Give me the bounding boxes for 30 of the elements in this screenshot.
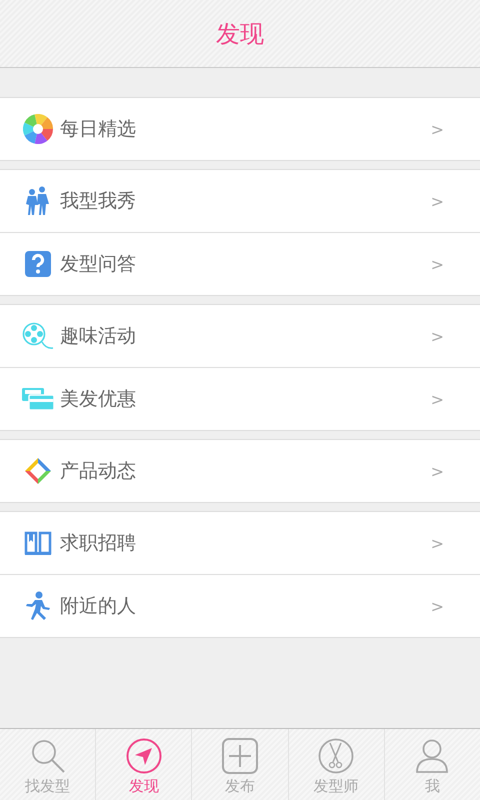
- menu-label: 发型问答: [60, 252, 137, 277]
- search-icon: [30, 738, 66, 774]
- chevron: >: [430, 596, 444, 616]
- chevron: >: [430, 534, 444, 552]
- chevron: >: [430, 462, 444, 480]
- book-icon: [24, 530, 52, 556]
- cards-icon: [22, 386, 54, 412]
- question-icon: [25, 251, 51, 277]
- chevron: >: [430, 326, 444, 346]
- diamond-icon: [24, 457, 52, 485]
- scissors-icon: [318, 738, 354, 774]
- menu-label: 附近的人: [60, 594, 137, 619]
- menu-label: 产品动态: [60, 459, 137, 484]
- tab[interactable]: 发现: [95, 729, 192, 800]
- chevron: >: [430, 120, 444, 138]
- menu-label: 我型我秀: [60, 189, 137, 214]
- chevron: >: [430, 254, 444, 274]
- aperture-icon: [23, 114, 53, 144]
- film-reel-icon: [22, 322, 54, 350]
- plus-icon: [222, 738, 258, 774]
- menu-label: 趣味活动: [60, 324, 137, 349]
- menu-label: 每日精选: [60, 117, 137, 142]
- menu-label: 求职招聘: [60, 531, 137, 556]
- menu-label: 美发优惠: [60, 387, 137, 412]
- walking-person-icon: [24, 591, 52, 621]
- person-icon: [414, 738, 450, 774]
- page-title: 发现: [216, 18, 264, 50]
- people-icon: [25, 186, 51, 216]
- chevron: >: [430, 192, 444, 210]
- chevron: >: [430, 390, 444, 408]
